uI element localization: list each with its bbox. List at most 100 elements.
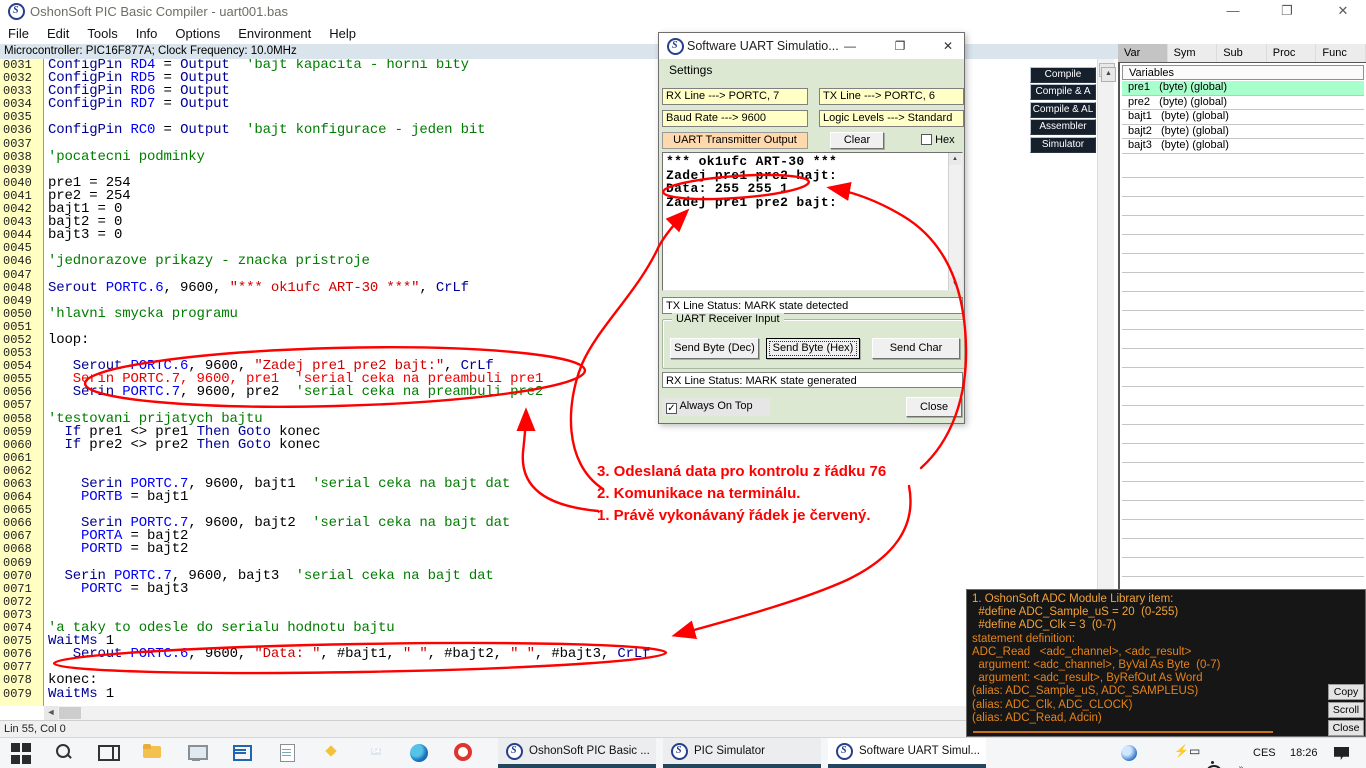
code-line: Serin PORTC.7, 9600, bajt1 'serial ceka …	[44, 478, 1097, 491]
side-button[interactable]: Simulator	[1030, 137, 1096, 153]
variable-row[interactable]: bajt3 (byte) (global)	[1122, 139, 1364, 154]
clear-button[interactable]: Clear	[830, 132, 884, 149]
code-line: PORTA = bajt2	[44, 530, 1097, 543]
tooltip-scroll-line[interactable]	[973, 731, 1273, 733]
task-view-icon[interactable]	[96, 742, 120, 764]
dialog-settings-menu[interactable]: Settings	[669, 63, 712, 77]
line-number: 0049	[0, 295, 43, 308]
tooltip-line: (alias: ADC_Sample_uS, ADC_SAMPLEUS)	[967, 685, 1321, 698]
variable-row[interactable]: bajt1 (byte) (global)	[1122, 110, 1364, 125]
side-button[interactable]: Compile	[1030, 67, 1096, 83]
line-number: 0072	[0, 596, 43, 609]
menu-item[interactable]: Info	[136, 26, 158, 41]
line-number: 0037	[0, 138, 43, 151]
minimize-icon[interactable]: —	[1218, 2, 1248, 20]
hscroll-thumb[interactable]	[59, 707, 81, 719]
maximize-icon[interactable]: ❐	[1272, 2, 1302, 20]
tooltip-lines: 1. OshonSoft ADC Module Library item: #d…	[967, 593, 1321, 725]
menu-item[interactable]: Edit	[47, 26, 69, 41]
side-button[interactable]: Assembler	[1030, 119, 1096, 135]
tray-app-icon[interactable]	[1121, 745, 1137, 761]
always-on-top-checkbox[interactable]: ✓	[666, 403, 677, 414]
tray-clock[interactable]: 18:26	[1290, 747, 1318, 759]
opera-browser-icon[interactable]	[454, 743, 472, 761]
tooltip-line: argument: <adc_result>, ByRefOut As Word	[967, 672, 1321, 685]
compile-button-stack: CompileCompile & A Compile & ALAssembler S…	[1030, 67, 1096, 154]
edge-browser-icon[interactable]	[410, 744, 428, 762]
simulator-app-icon[interactable]	[186, 742, 210, 764]
taskbar-app[interactable]: OshonSoft PIC Basic ...	[498, 738, 656, 768]
taskbar-app[interactable]: PIC Simulator	[663, 738, 821, 768]
tx-line-status: TX Line Status: MARK state detected	[662, 297, 963, 314]
code-line: Serin PORTC.7, 9600, bajt3 'serial ceka …	[44, 570, 1097, 583]
tooltip-copy-button[interactable]: Copy	[1328, 684, 1364, 700]
dialog-close-button[interactable]: Close	[906, 397, 962, 417]
power-plug-icon[interactable]: ⚡▭	[1174, 744, 1198, 766]
side-button[interactable]: Compile & AL	[1030, 102, 1096, 118]
tab-func[interactable]: Func	[1316, 44, 1366, 62]
dialog-maximize-icon[interactable]: ❐	[887, 37, 913, 55]
tab-proc[interactable]: Proc	[1267, 44, 1317, 62]
baud-rate-field[interactable]: Baud Rate ---> 9600	[662, 110, 808, 127]
side-button[interactable]: Compile & A	[1030, 84, 1096, 100]
dialog-title: Software UART Simulatio...	[687, 39, 839, 53]
terminal-scrollbar[interactable]: ▲ ▼	[948, 153, 962, 290]
tab-var[interactable]: Var	[1118, 44, 1168, 62]
notepad-icon[interactable]	[276, 742, 300, 764]
taskbar: OshonSoft PIC Basic ... PIC Simulator Soft…	[0, 737, 1366, 768]
uart-simulator-dialog: Software UART Simulatio... — ❐ ✕ Setting…	[658, 32, 965, 424]
menu-item[interactable]: Options	[175, 26, 220, 41]
send-button[interactable]: Send Byte (Hex)	[766, 338, 860, 359]
hex-checkbox[interactable]	[921, 134, 932, 145]
variable-row[interactable]: pre1 (byte) (global)	[1122, 81, 1364, 96]
line-number: 0061	[0, 452, 43, 465]
logic-levels-field[interactable]: Logic Levels ---> Standard	[819, 110, 964, 127]
line-number: 0058	[0, 413, 43, 426]
dialog-close-icon[interactable]: ✕	[935, 37, 961, 55]
menu-item[interactable]: Environment	[238, 26, 311, 41]
tooltip-close-button[interactable]: Close	[1328, 720, 1364, 736]
variable-row[interactable]: pre2 (byte) (global)	[1122, 96, 1364, 111]
line-number: 0069	[0, 557, 43, 570]
dialog-titlebar: Software UART Simulatio... — ❐ ✕	[659, 33, 964, 59]
line-number: 0071	[0, 583, 43, 596]
action-center-icon[interactable]	[1334, 747, 1349, 760]
line-number: 0040	[0, 177, 43, 190]
send-button[interactable]: Send Byte (Dec)	[670, 338, 759, 359]
taskbar-app-label: OshonSoft PIC Basic ...	[529, 745, 650, 757]
always-on-top-wrap: ✓ Always On Top	[662, 398, 770, 416]
rx-line-field[interactable]: RX Line ---> PORTC, 7	[662, 88, 808, 105]
tray-language[interactable]: CES	[1253, 747, 1276, 759]
always-on-top-label: Always On Top	[679, 400, 752, 412]
terminal-scroll-up-icon[interactable]: ▲	[949, 153, 961, 165]
line-number: 0046	[0, 255, 43, 268]
menu-item[interactable]: File	[8, 26, 29, 41]
start-button-icon[interactable]	[10, 742, 36, 766]
uart-terminal[interactable]: *** ok1ufc ART-30 *** Zadej pre1 pre2 ba…	[662, 152, 963, 291]
code-line	[44, 596, 1097, 609]
taskbar-app[interactable]: Software UART Simul...	[828, 738, 986, 768]
code-line: PORTB = bajt1	[44, 491, 1097, 504]
tab-sym[interactable]: Sym	[1168, 44, 1218, 62]
tooltip-scroll-button[interactable]: Scroll	[1328, 702, 1364, 718]
symbol-tabs: VarSymSubProcFunc	[1118, 44, 1366, 62]
variable-row[interactable]: bajt2 (byte) (global)	[1122, 125, 1364, 140]
taskbar-app-label: Software UART Simul...	[859, 745, 980, 757]
send-button[interactable]: Send Char	[872, 338, 960, 359]
close-icon[interactable]: ✕	[1328, 2, 1358, 20]
code-line	[44, 661, 1097, 674]
menu-item[interactable]: Help	[329, 26, 356, 41]
editor-horizontal-scrollbar[interactable]: ◄	[44, 706, 1097, 720]
terminal-scroll-down-icon[interactable]: ▼	[949, 278, 961, 290]
code-line	[44, 452, 1097, 465]
tx-line-field[interactable]: TX Line ---> PORTC, 6	[819, 88, 964, 105]
code-line: PORTD = bajt2	[44, 543, 1097, 556]
dialog-minimize-icon[interactable]: —	[837, 37, 863, 55]
menu-item[interactable]: Tools	[87, 26, 117, 41]
tab-sub[interactable]: Sub	[1217, 44, 1267, 62]
line-number: 0036	[0, 124, 43, 137]
news-app-icon[interactable]	[231, 742, 255, 764]
scroll-left-icon[interactable]: ◄	[44, 706, 58, 720]
line-number: 0059	[0, 426, 43, 439]
side-scroll-up-icon[interactable]: ▲	[1101, 67, 1116, 82]
